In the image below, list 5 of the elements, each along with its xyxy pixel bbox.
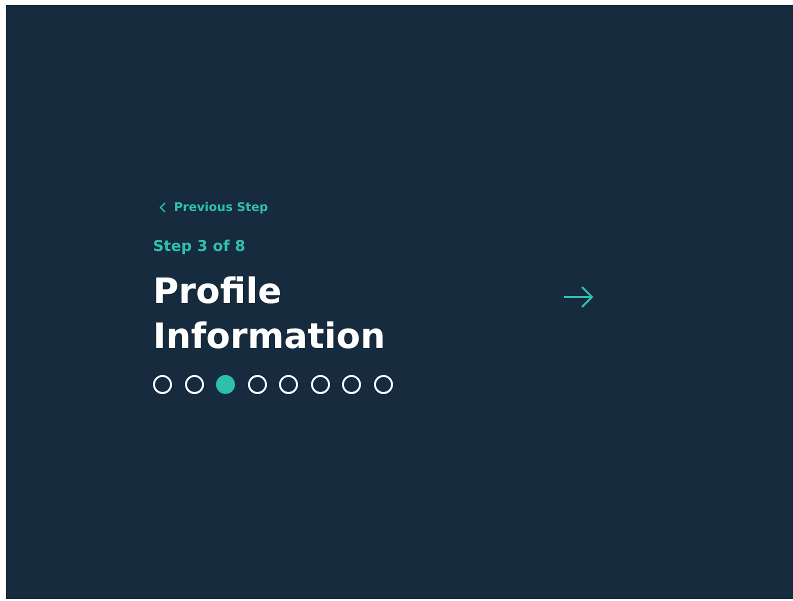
- next-arrow-icon[interactable]: [562, 284, 594, 308]
- step-counter: Step 3 of 8: [153, 236, 246, 258]
- previous-step-link[interactable]: Previous Step: [159, 198, 268, 216]
- page-title: Profile Information: [153, 270, 386, 359]
- chevron-left-icon: [159, 202, 166, 213]
